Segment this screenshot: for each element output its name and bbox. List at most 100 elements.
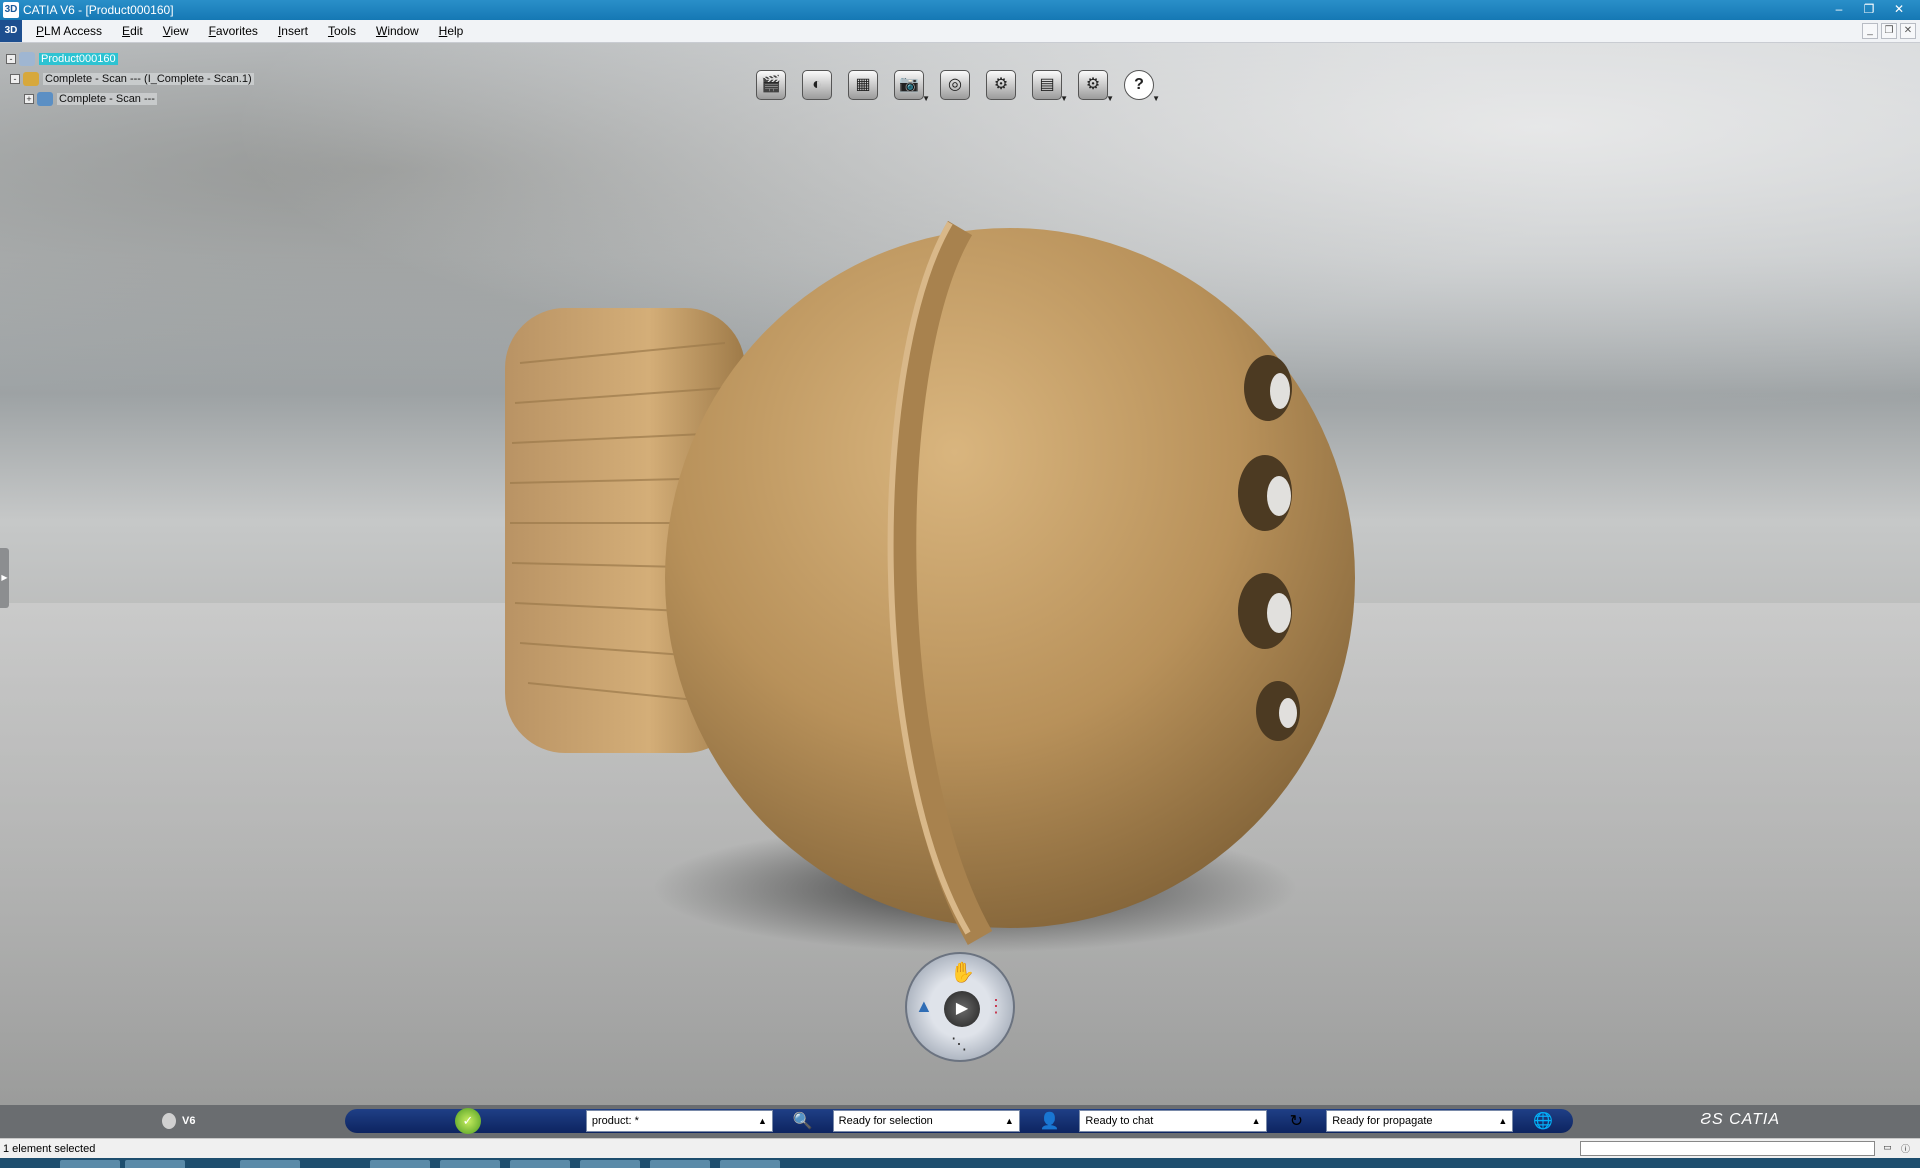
menu-insert[interactable]: Insert — [268, 24, 318, 38]
catia-app-icon: 3D — [3, 2, 19, 18]
propagate-field[interactable]: Ready for propagate ▲ — [1326, 1110, 1514, 1132]
scanned-part-model[interactable] — [0, 43, 1920, 1105]
search-field-value: product: * — [591, 1115, 639, 1127]
chevron-down-icon[interactable]: ▼ — [1060, 94, 1068, 103]
document-window-controls: _ ❐ ✕ — [1862, 23, 1916, 39]
chat-field-value: Ready to chat — [1085, 1115, 1154, 1127]
title-bar: 3D CATIA V6 - [Product000160] – ❐ ✕ — [0, 0, 1920, 20]
selection-field-value: Ready for selection — [838, 1115, 933, 1127]
lens-tool[interactable]: ◎ — [936, 65, 974, 105]
environment-icon: ▦ — [848, 70, 878, 100]
selection-message: 1 element selected — [3, 1142, 96, 1155]
os-taskbar — [0, 1158, 1920, 1168]
taskbar-item[interactable] — [510, 1160, 570, 1168]
tree-node-reference[interactable]: + Complete - Scan --- — [24, 91, 254, 107]
v6-logo-icon — [162, 1113, 176, 1129]
globe-icon[interactable]: 🌐 — [1513, 1110, 1573, 1132]
gear-icon: ⚙ — [986, 70, 1016, 100]
3d-viewport[interactable]: - Product000160 - Complete - Scan --- (I… — [0, 43, 1920, 1105]
chevron-down-icon[interactable]: ▼ — [1106, 94, 1114, 103]
reference-node-icon — [37, 92, 53, 106]
chat-field[interactable]: Ready to chat ▲ — [1079, 1110, 1267, 1132]
catia-logo: ƧS CATIA — [1700, 1111, 1780, 1128]
window-controls: – ❐ ✕ — [1824, 0, 1914, 18]
3d-quadrant-icon[interactable]: ▲ — [915, 996, 933, 1017]
search-field[interactable]: product: * ▲ — [585, 1110, 773, 1132]
chevron-down-icon[interactable]: ▼ — [922, 94, 930, 103]
window-title: CATIA V6 - [Product000160] — [23, 3, 174, 17]
menu-view[interactable]: View — [153, 24, 199, 38]
camera-icon: 📷 — [894, 70, 924, 100]
status-bar: V6 ✓ product: * ▲ 🔍 Ready for selection … — [0, 1105, 1920, 1138]
search-icon[interactable]: 🔍 — [773, 1110, 833, 1132]
power-input-icon[interactable]: ✓ — [455, 1108, 481, 1134]
collaboration-icon[interactable]: ✋ — [950, 960, 975, 985]
doc-minimize-button[interactable]: _ — [1862, 23, 1878, 39]
menu-favorites[interactable]: Favorites — [199, 24, 268, 38]
render-settings-tool[interactable]: ⚙ — [982, 65, 1020, 105]
play-icon[interactable]: ▶ — [944, 991, 980, 1027]
taskbar-item[interactable] — [580, 1160, 640, 1168]
menu-plm-access[interactable]: PLM Access — [26, 24, 112, 38]
chevron-up-icon[interactable]: ▲ — [1005, 1116, 1014, 1126]
navigation-compass[interactable]: ✋ ▲ ⋮ ⋱ ▶ — [905, 952, 1015, 1062]
settings-tree-tool[interactable]: ⚙ ▼ — [1074, 65, 1114, 105]
compass-logo-icon[interactable]: 3D — [0, 20, 22, 42]
camera-tool[interactable]: 📷 ▼ — [890, 65, 930, 105]
chevron-up-icon[interactable]: ▲ — [1252, 1116, 1261, 1126]
database-tool[interactable]: ▤ ▼ — [1028, 65, 1068, 105]
taskbar-item[interactable] — [60, 1160, 120, 1168]
material-sphere-icon: ◐ — [802, 70, 832, 100]
tree-reference-label[interactable]: Complete - Scan --- — [57, 93, 157, 105]
clapperboard-icon: 🎬 — [756, 70, 786, 100]
taskbar-item[interactable] — [125, 1160, 185, 1168]
tree-collapse-icon[interactable]: - — [6, 54, 16, 64]
database-icon: ▤ — [1032, 70, 1062, 100]
taskbar-item[interactable] — [440, 1160, 500, 1168]
command-options-icon[interactable]: ▭ — [1881, 1142, 1894, 1155]
clapperboard-tool[interactable]: 🎬 — [752, 65, 790, 105]
environment-tool[interactable]: ▦ — [844, 65, 882, 105]
message-line: 1 element selected ▭ ⓘ — [0, 1138, 1920, 1158]
command-input[interactable] — [1580, 1141, 1875, 1156]
taskbar-item[interactable] — [240, 1160, 300, 1168]
chevron-down-icon[interactable]: ▼ — [1152, 94, 1160, 103]
tree-instance-label[interactable]: Complete - Scan --- (I_Complete - Scan.1… — [43, 73, 254, 85]
propagate-field-value: Ready for propagate — [1332, 1115, 1433, 1127]
chevron-up-icon[interactable]: ▲ — [1498, 1116, 1507, 1126]
tree-root-label[interactable]: Product000160 — [39, 53, 118, 65]
tree-node-instance[interactable]: - Complete - Scan --- (I_Complete - Scan… — [10, 71, 254, 87]
material-tool[interactable]: ◐ — [798, 65, 836, 105]
product-node-icon — [19, 52, 35, 66]
menu-window[interactable]: Window — [366, 24, 429, 38]
v6-brand: V6 — [162, 1113, 195, 1129]
side-panel-handle[interactable]: ▶ — [0, 548, 9, 608]
power-input-strip: ✓ product: * ▲ 🔍 Ready for selection ▲ 👤… — [345, 1108, 1573, 1134]
doc-restore-button[interactable]: ❐ — [1881, 23, 1897, 39]
help-tool[interactable]: ? ▼ — [1120, 65, 1160, 105]
taskbar-item[interactable] — [650, 1160, 710, 1168]
info-icon[interactable]: ⓘ — [1899, 1142, 1912, 1155]
menu-help[interactable]: Help — [429, 24, 474, 38]
menu-edit[interactable]: Edit — [112, 24, 153, 38]
taskbar-item[interactable] — [720, 1160, 780, 1168]
selection-field[interactable]: Ready for selection ▲ — [832, 1110, 1020, 1132]
tree-collapse-icon[interactable]: - — [10, 74, 20, 84]
instance-node-icon — [23, 72, 39, 86]
doc-close-button[interactable]: ✕ — [1900, 23, 1916, 39]
live-rendering-toolbar: 🎬 ◐ ▦ 📷 ▼ ◎ ⚙ ▤ ▼ ⚙ ▼ ? ▼ — [752, 65, 1160, 105]
lens-icon: ◎ — [940, 70, 970, 100]
menu-tools[interactable]: Tools — [318, 24, 366, 38]
tree-node-root[interactable]: - Product000160 — [6, 51, 254, 67]
propagate-icon[interactable]: ↻ — [1267, 1110, 1327, 1132]
info-quadrant-icon[interactable]: ⋱ — [951, 1034, 967, 1054]
taskbar-item[interactable] — [370, 1160, 430, 1168]
restore-button[interactable]: ❐ — [1854, 0, 1884, 18]
user-icon[interactable]: 👤 — [1020, 1110, 1080, 1132]
minimize-button[interactable]: – — [1824, 0, 1854, 18]
chevron-up-icon[interactable]: ▲ — [758, 1116, 767, 1126]
tree-expand-icon[interactable]: + — [24, 94, 34, 104]
close-button[interactable]: ✕ — [1884, 0, 1914, 18]
social-quadrant-icon[interactable]: ⋮ — [987, 996, 1005, 1017]
settings-tree-icon: ⚙ — [1078, 70, 1108, 100]
